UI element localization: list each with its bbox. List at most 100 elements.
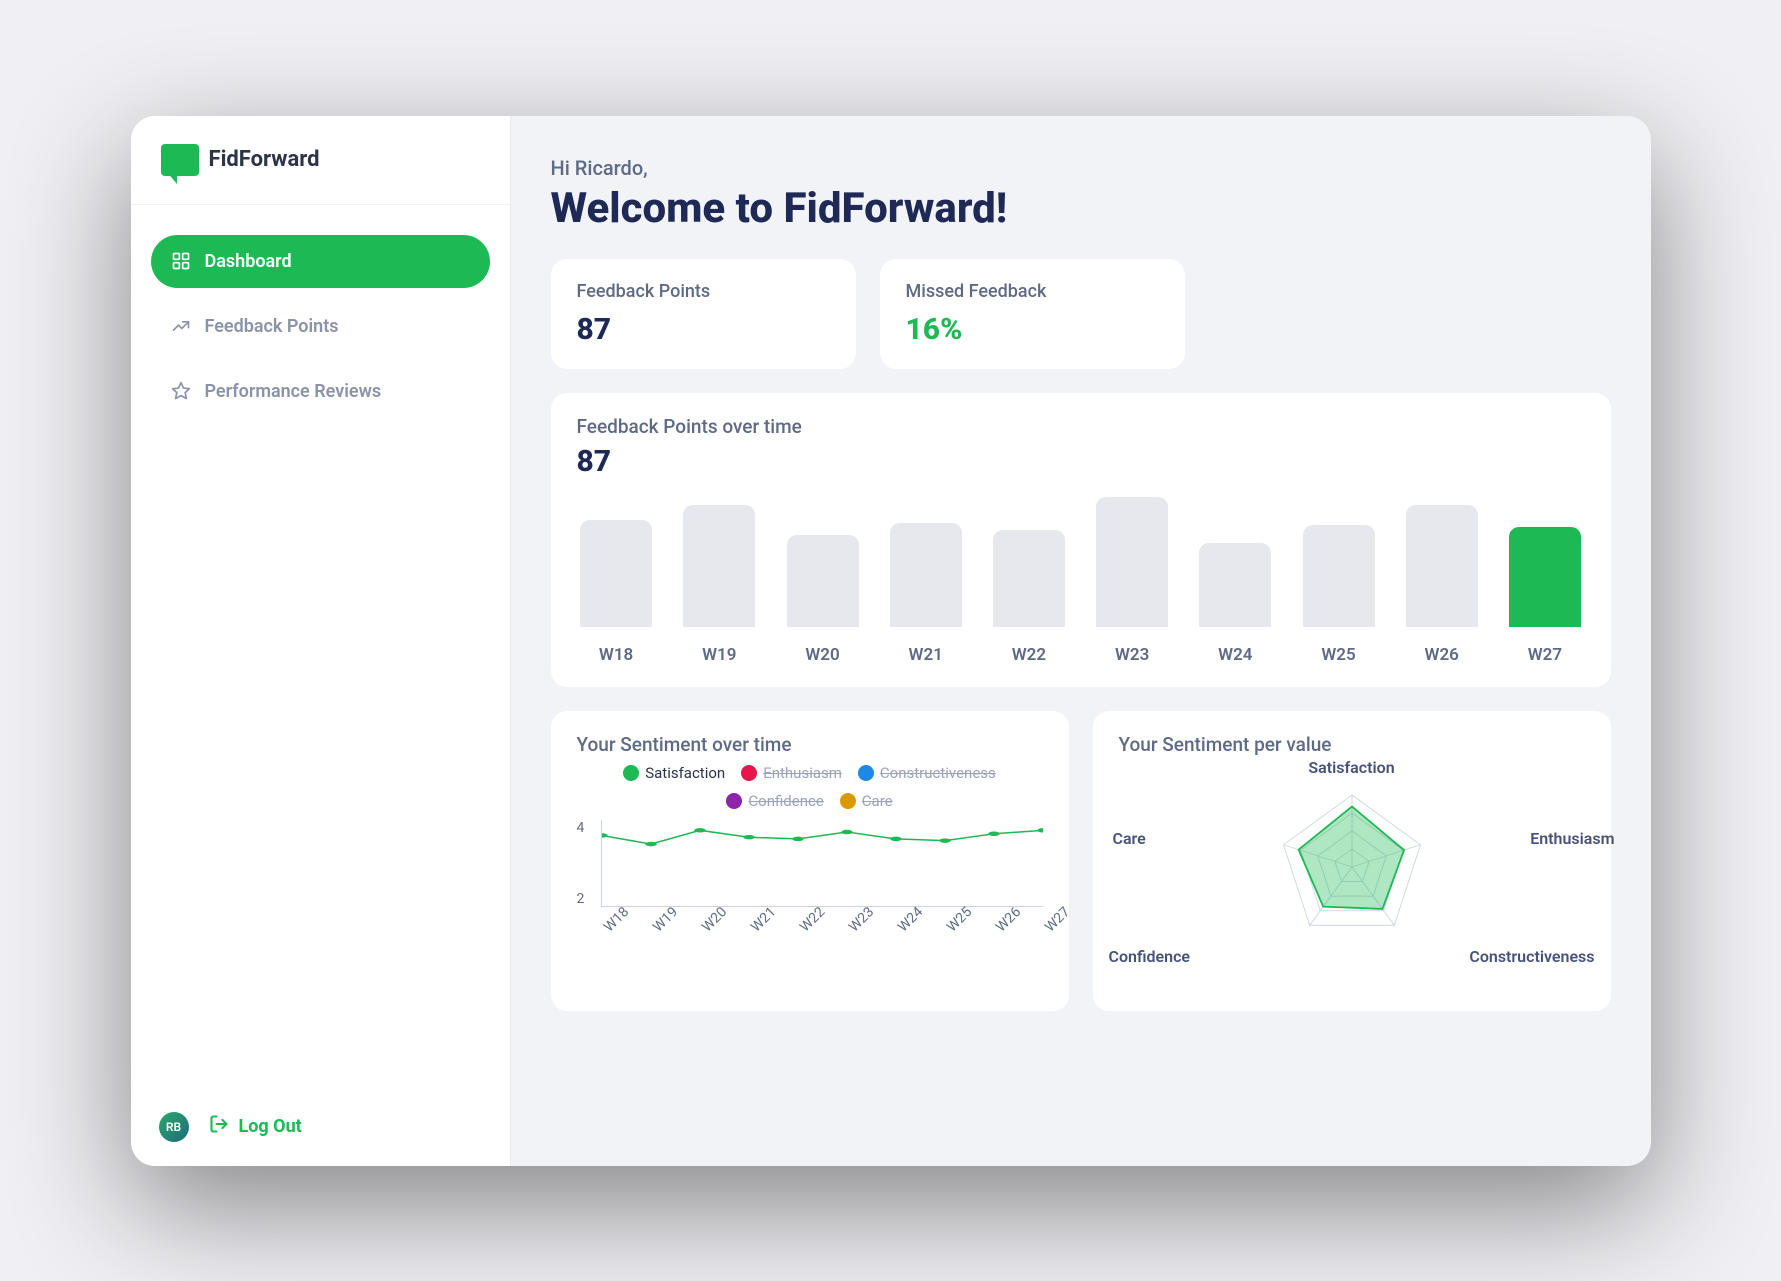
bar-label: W25: [1321, 645, 1355, 665]
bar-column: W19: [680, 505, 759, 665]
x-tick: W23: [846, 924, 857, 935]
legend-item-care[interactable]: Care: [840, 792, 893, 810]
stat-card-feedback-points: Feedback Points 87: [551, 259, 856, 369]
bar[interactable]: [1509, 527, 1581, 627]
x-tick: W20: [699, 924, 710, 935]
sidebar-item-label: Performance Reviews: [205, 381, 382, 402]
legend-dot: [858, 765, 874, 781]
star-icon: [171, 381, 191, 401]
bar[interactable]: [890, 523, 962, 627]
bar-label: W22: [1012, 645, 1046, 665]
x-axis-ticks: W18W19W20W21W22W23W24W25W26W27: [601, 924, 1043, 940]
sidebar-item-label: Dashboard: [205, 251, 292, 272]
chart-title: Feedback Points over time: [577, 415, 1585, 438]
sidebar: FidForward Dashboard Feedback Points Perfo…: [131, 116, 511, 1166]
chart-row: Your Sentiment over time Satisfaction Ent…: [551, 711, 1611, 1011]
app-window: FidForward Dashboard Feedback Points Perfo…: [131, 116, 1651, 1166]
x-tick: W19: [650, 924, 661, 935]
legend-label: Enthusiasm: [763, 764, 842, 782]
y-tick: 2: [577, 891, 597, 907]
chart-sentiment-per-value: Your Sentiment per value SatisfactionEnt…: [1093, 711, 1611, 1011]
bar-label: W23: [1115, 645, 1149, 665]
x-tick: W27: [1042, 924, 1053, 935]
radar-axis-label: Constructiveness: [1469, 947, 1594, 966]
legend-dot: [726, 793, 742, 809]
trend-up-icon: [171, 316, 191, 336]
main-content: Hi Ricardo, Welcome to FidForward! Feedb…: [511, 116, 1651, 1166]
x-tick: W24: [895, 924, 906, 935]
chart-legend: Satisfaction Enthusiasm Constructiveness Co…: [577, 764, 1043, 810]
bar[interactable]: [1303, 525, 1375, 627]
bar[interactable]: [1406, 505, 1478, 627]
legend-dot: [840, 793, 856, 809]
logout-button[interactable]: Log Out: [209, 1114, 302, 1139]
bar-column: W21: [886, 523, 965, 665]
legend-label: Confidence: [748, 792, 823, 810]
brand-name: FidForward: [209, 147, 320, 172]
chart-feedback-over-time: Feedback Points over time 87 W18 W19 W20 W2…: [551, 393, 1611, 687]
logout-icon: [209, 1114, 229, 1139]
bar-column: W26: [1402, 505, 1481, 665]
legend-label: Care: [862, 792, 893, 810]
brand: FidForward: [131, 116, 510, 205]
bar[interactable]: [1199, 543, 1271, 626]
legend-item-enthusiasm[interactable]: Enthusiasm: [741, 764, 842, 782]
legend-item-confidence[interactable]: Confidence: [726, 792, 823, 810]
bar[interactable]: [787, 535, 859, 626]
sidebar-item-dashboard[interactable]: Dashboard: [151, 235, 490, 288]
y-axis-ticks: 4 2: [577, 820, 597, 907]
bar-label: W19: [702, 645, 736, 665]
sidebar-item-performance-reviews[interactable]: Performance Reviews: [151, 365, 490, 418]
bar-label: W26: [1425, 645, 1459, 665]
logo-icon: [161, 144, 199, 176]
x-tick: W18: [601, 924, 612, 935]
sidebar-nav: Dashboard Feedback Points Performance Revi…: [131, 205, 510, 1088]
plot-area: [601, 820, 1043, 907]
bar-chart: W18 W19 W20 W21 W22 W23 W24 W25 W26 W27: [577, 495, 1585, 665]
legend-label: Satisfaction: [645, 764, 725, 782]
dashboard-icon: [171, 251, 191, 271]
legend-dot: [741, 765, 757, 781]
x-tick: W22: [797, 924, 808, 935]
stat-title: Feedback Points: [577, 281, 830, 302]
x-tick: W21: [748, 924, 759, 935]
bar-column: W23: [1093, 497, 1172, 665]
bar-column: W22: [989, 530, 1068, 664]
welcome-heading: Welcome to FidForward!: [551, 184, 1611, 233]
bar-column: W20: [783, 535, 862, 664]
x-tick: W25: [944, 924, 955, 935]
sidebar-item-feedback-points[interactable]: Feedback Points: [151, 300, 490, 353]
radar-axis-label: Satisfaction: [1308, 758, 1394, 777]
bar[interactable]: [993, 530, 1065, 626]
greeting-text: Hi Ricardo,: [551, 156, 1611, 180]
stat-row: Feedback Points 87 Missed Feedback 16%: [551, 259, 1611, 369]
logout-label: Log Out: [239, 1116, 302, 1137]
legend-item-constructiveness[interactable]: Constructiveness: [858, 764, 996, 782]
avatar[interactable]: RB: [159, 1112, 189, 1142]
bar-label: W27: [1528, 645, 1562, 665]
legend-item-satisfaction[interactable]: Satisfaction: [623, 764, 725, 782]
chart-sentiment-over-time: Your Sentiment over time Satisfaction Ent…: [551, 711, 1069, 1011]
radar-axis-label: Confidence: [1109, 947, 1191, 966]
bar[interactable]: [580, 520, 652, 627]
radar-chart: SatisfactionEnthusiasmConstructivenessCo…: [1119, 762, 1585, 972]
bar-label: W18: [599, 645, 633, 665]
bar[interactable]: [683, 505, 755, 627]
sidebar-footer: RB Log Out: [131, 1088, 510, 1166]
bar-label: W24: [1218, 645, 1252, 665]
legend-label: Constructiveness: [880, 764, 996, 782]
stat-card-missed-feedback: Missed Feedback 16%: [880, 259, 1185, 369]
chart-title: Your Sentiment over time: [577, 733, 1043, 756]
line-chart: 4 2 W18W19W20W21W22W23W24W25W26W27: [577, 820, 1043, 935]
y-tick: 4: [577, 820, 597, 836]
chart-value: 87: [577, 444, 1585, 479]
bar[interactable]: [1096, 497, 1168, 627]
radar-axis-label: Enthusiasm: [1530, 829, 1614, 848]
x-tick: W26: [993, 924, 1004, 935]
stat-title: Missed Feedback: [906, 281, 1159, 302]
bar-column: W24: [1196, 543, 1275, 664]
bar-label: W21: [909, 645, 943, 665]
bar-column: W27: [1505, 527, 1584, 665]
bar-column: W25: [1299, 525, 1378, 665]
bar-label: W20: [805, 645, 839, 665]
